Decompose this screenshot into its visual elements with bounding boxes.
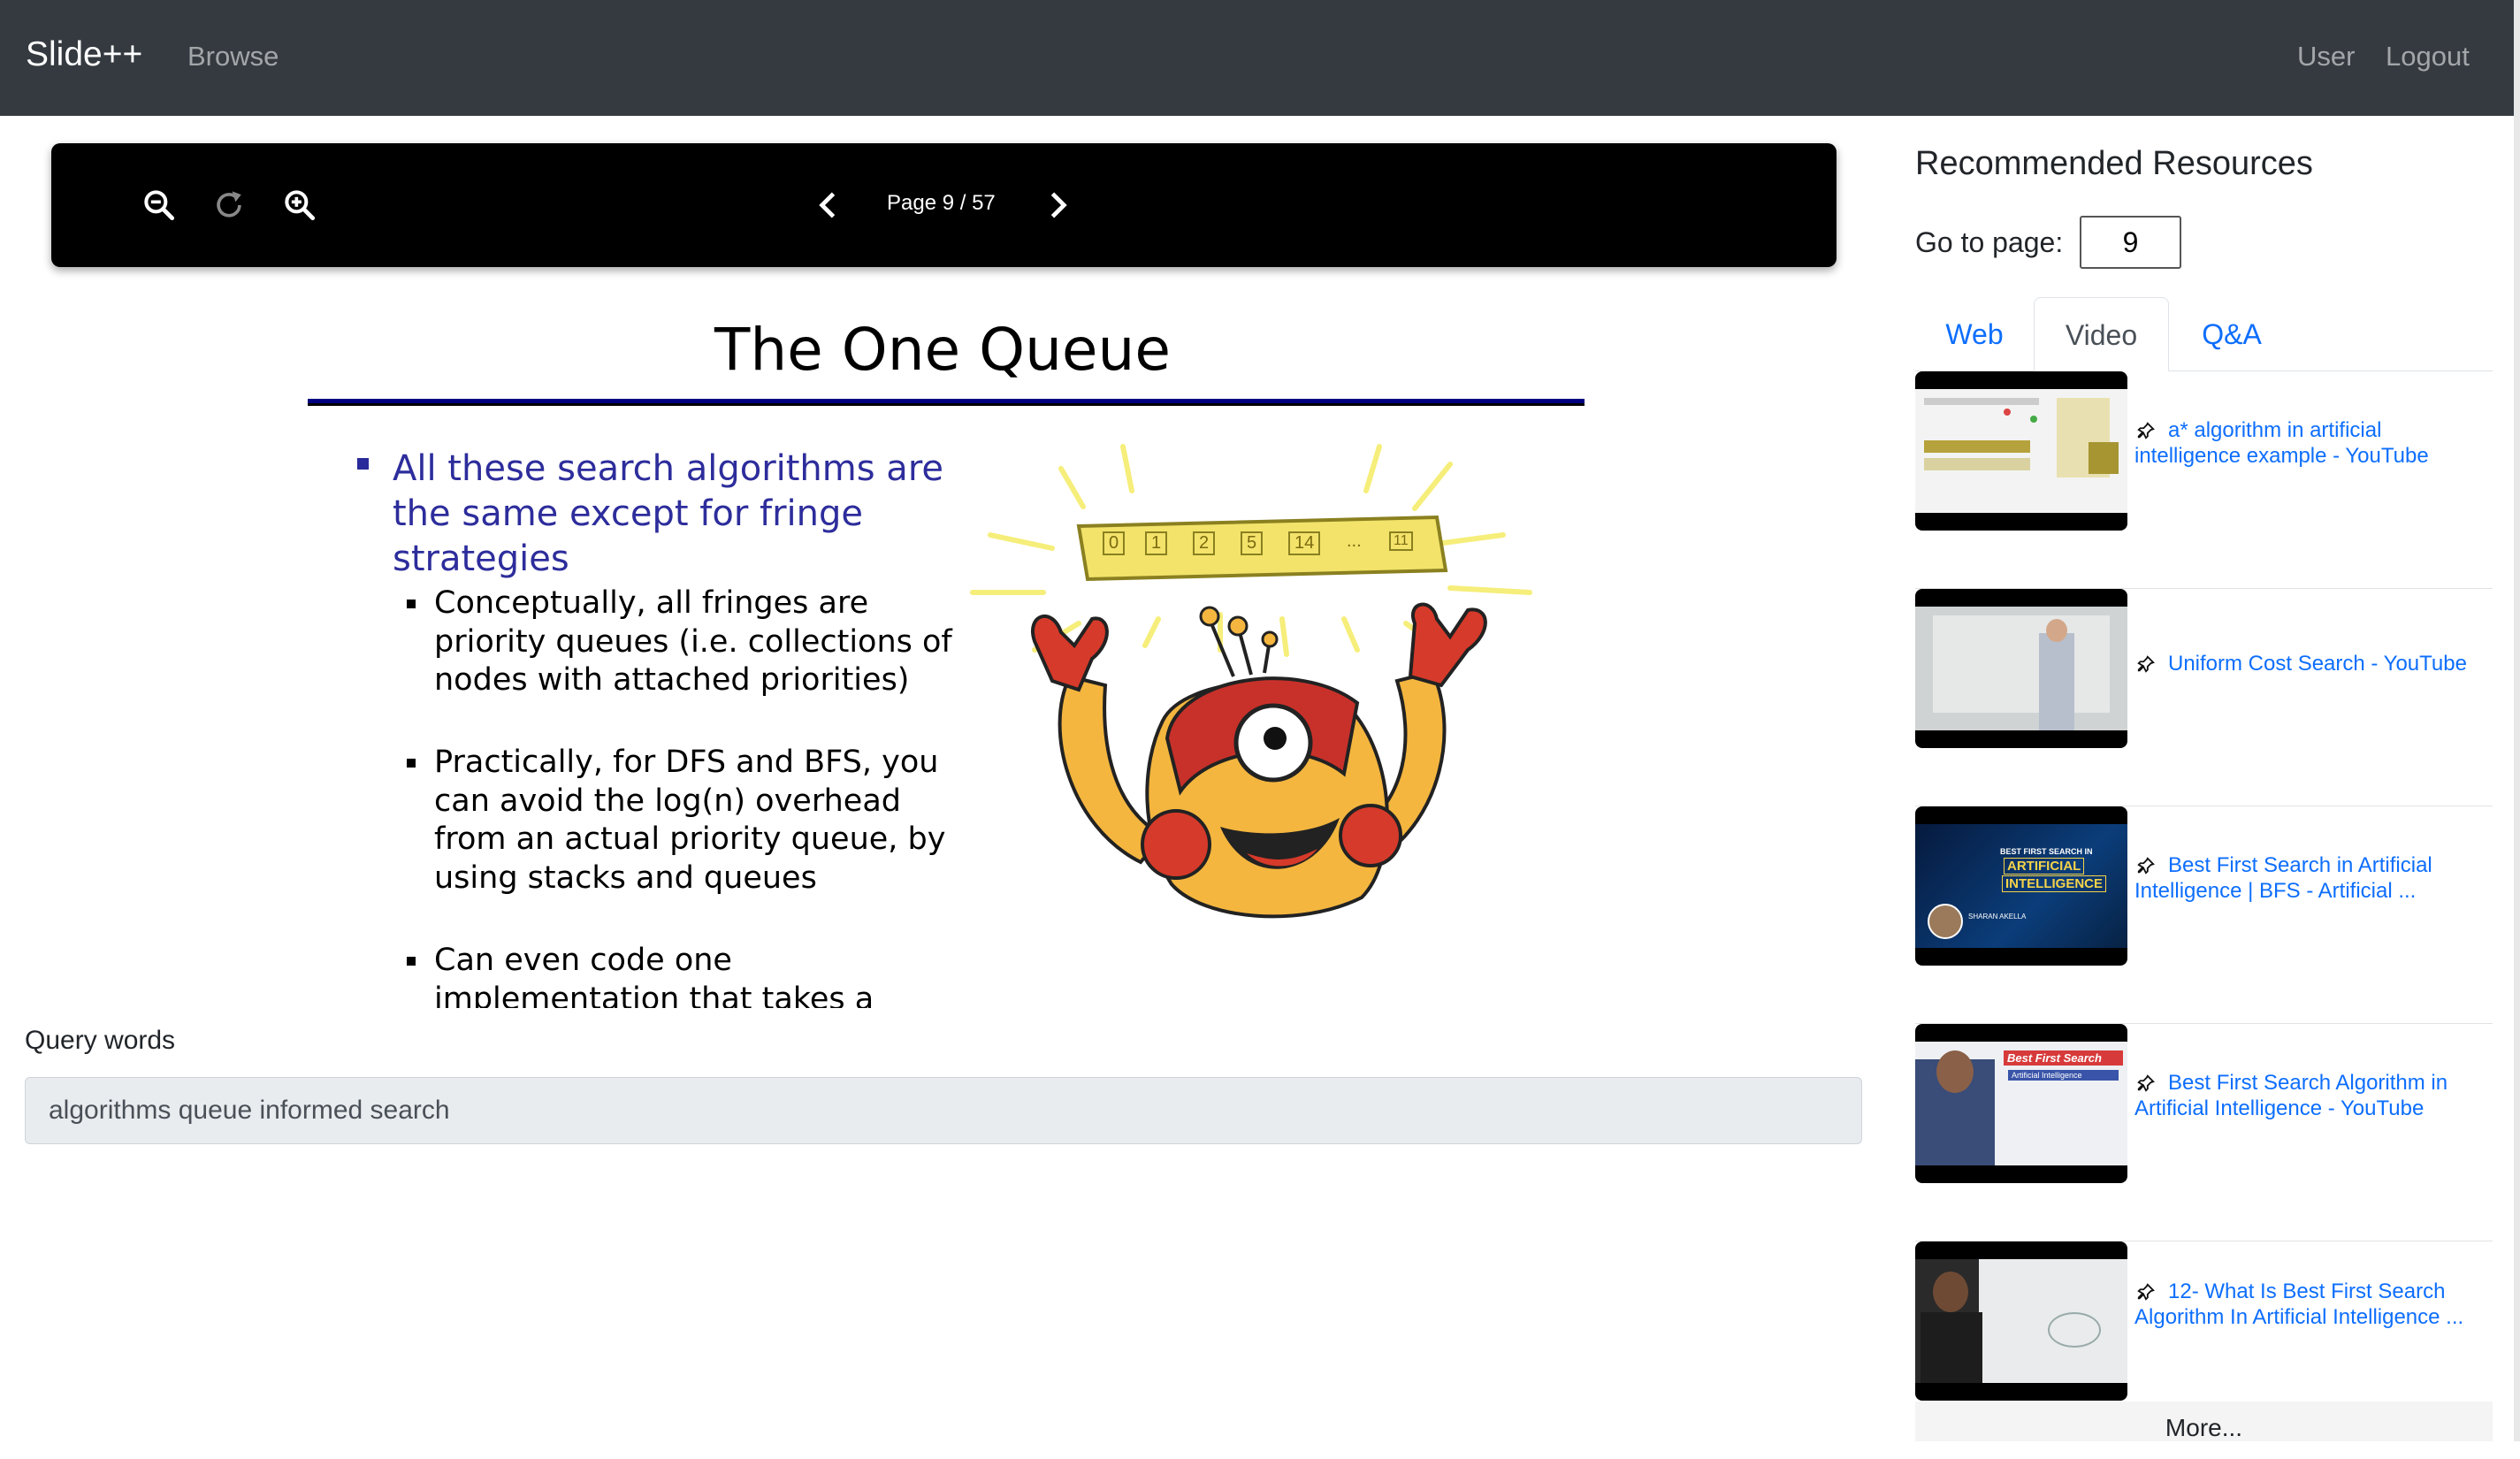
video-thumbnail[interactable]: BEST FIRST SEARCH IN ARTIFICIAL INTELLIG… [1915, 806, 2127, 966]
sub-bullet-marker [407, 957, 416, 966]
query-input[interactable]: algorithms queue informed search [25, 1077, 1862, 1144]
slide-main-bullet: All these search algorithms are the same… [393, 448, 943, 579]
video-link[interactable]: Uniform Cost Search - YouTube [2134, 651, 2493, 676]
video-item[interactable]: Uniform Cost Search - YouTube [1915, 589, 2493, 806]
pdf-toolbar: Page 9 / 57 [51, 143, 1837, 267]
queue-cell: 11 [1389, 531, 1413, 551]
thumbnail-caption: Artificial Intelligence [2008, 1070, 2119, 1081]
sub-bullet-marker [407, 759, 416, 768]
goto-page-input[interactable]: 9 [2080, 216, 2181, 269]
thumbnail-image [1915, 607, 2127, 730]
video-thumbnail[interactable] [1915, 1241, 2127, 1401]
thumbnail-image: BEST FIRST SEARCH IN ARTIFICIAL INTELLIG… [1915, 824, 2127, 948]
rotate-button[interactable] [208, 184, 250, 226]
resource-tabs: Web Video Q&A [1915, 297, 2493, 371]
bullet-marker [357, 458, 369, 470]
more-button[interactable]: More... [1915, 1402, 2493, 1441]
queue-cell: 14 [1288, 531, 1321, 555]
queue-cell: ... [1347, 531, 1362, 551]
queue-banner: 0 1 2 5 14 ... 11 [1094, 528, 1430, 572]
zoom-out-button[interactable] [138, 184, 180, 226]
thumbnail-image [1915, 1259, 2127, 1383]
video-thumbnail[interactable] [1915, 371, 2127, 531]
thumbnail-caption: SHARAN AKELLA [1968, 913, 2027, 920]
video-item[interactable]: Best First Search Artificial Intelligenc… [1915, 1024, 2493, 1241]
page-scrollbar[interactable] [2514, 0, 2520, 1441]
sub-bullet-marker [407, 600, 416, 608]
thumbnail-image: Best First Search Artificial Intelligenc… [1915, 1042, 2127, 1165]
video-item[interactable]: a* algorithm in artificial intelligence … [1915, 371, 2493, 589]
queue-cell: 0 [1103, 531, 1126, 555]
video-link[interactable]: 12- What Is Best First Search Algorithm … [2134, 1279, 2493, 1330]
slide-title: The One Queue [714, 316, 1171, 384]
slide-title-rule [308, 399, 1585, 406]
slide-sub-bullet-3: Can even code one implementation that ta… [434, 943, 874, 1008]
recommended-title: Recommended Resources [1915, 145, 2313, 182]
video-link[interactable]: Best First Search Algorithm in Artificia… [2134, 1070, 2493, 1121]
slide-sub-bullet-1: Conceptually, all fringes are priority q… [434, 585, 952, 698]
video-link[interactable]: a* algorithm in artificial intelligence … [2134, 417, 2493, 469]
query-label: Query words [25, 1026, 176, 1055]
slide-sub-bullet-2: Practically, for DFS and BFS, you can av… [434, 745, 946, 896]
zoom-out-icon [144, 190, 175, 221]
slide-canvas: The One Queue All these search algorithm… [301, 296, 1585, 1008]
video-item[interactable]: BEST FIRST SEARCH IN ARTIFICIAL INTELLIG… [1915, 806, 2493, 1024]
next-page-button[interactable] [1036, 184, 1079, 226]
nav-logout-link[interactable]: Logout [2386, 41, 2470, 73]
page-indicator: Page 9 / 57 [887, 191, 996, 215]
queue-cell: 2 [1193, 531, 1216, 555]
video-thumbnail[interactable] [1915, 589, 2127, 748]
thumbnail-caption: BEST FIRST SEARCH IN [2000, 847, 2093, 856]
rotate-icon [217, 191, 241, 218]
video-link[interactable]: Best First Search in Artificial Intellig… [2134, 852, 2493, 904]
brand-link[interactable]: Slide++ [26, 35, 142, 74]
robot-figure [1031, 602, 1487, 919]
thumbnail-caption: Best First Search [2004, 1050, 2123, 1066]
tab-video[interactable]: Video [2034, 297, 2169, 371]
zoom-in-button[interactable] [279, 184, 321, 226]
video-thumbnail[interactable]: Best First Search Artificial Intelligenc… [1915, 1024, 2127, 1183]
prev-page-button[interactable] [807, 184, 850, 226]
nav-user-link[interactable]: User [2297, 41, 2355, 73]
chevron-right-icon [1050, 192, 1067, 218]
tab-qa[interactable]: Q&A [2169, 297, 2295, 371]
navbar: Slide++ Browse User Logout [0, 0, 2520, 116]
queue-cell: 5 [1241, 531, 1264, 555]
tab-web[interactable]: Web [1915, 297, 2034, 371]
thumbnail-caption: INTELLIGENCE [2002, 875, 2107, 892]
goto-page-label: Go to page: [1915, 226, 2064, 258]
nav-browse-link[interactable]: Browse [187, 41, 279, 73]
chevron-left-icon [819, 192, 836, 218]
thumbnail-image [1915, 389, 2127, 513]
queue-cell: 1 [1145, 531, 1168, 555]
thumbnail-caption: ARTIFICIAL [2004, 858, 2085, 875]
zoom-in-icon [285, 190, 316, 221]
